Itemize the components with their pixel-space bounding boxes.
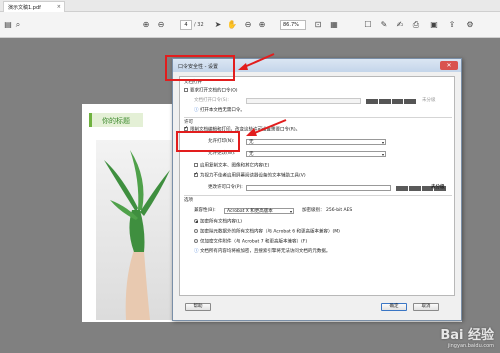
zoom-dropdown[interactable]: 86.7% bbox=[280, 20, 306, 30]
page-number-input[interactable]: 4 bbox=[180, 20, 192, 30]
open-password-rating: 未分级 bbox=[422, 98, 436, 103]
annotation-box-title bbox=[165, 55, 235, 81]
require-open-password[interactable]: 要求打开文档的口令(O) bbox=[184, 88, 238, 95]
enable-accessibility[interactable]: 为视力不佳者启用屏幕阅读器设备的文本辅助工具(V) bbox=[194, 171, 306, 180]
annotation-arrow bbox=[238, 53, 275, 70]
page-total: / 32 bbox=[194, 22, 204, 28]
options-section-label: 选项 bbox=[184, 198, 193, 203]
close-icon[interactable]: ✕ bbox=[440, 61, 458, 70]
hand-tool-icon[interactable]: ✋ bbox=[226, 20, 238, 30]
encryption-level-label: 加密级别： bbox=[302, 208, 325, 213]
fit-page-icon[interactable]: ⊡ bbox=[312, 20, 324, 30]
enable-copy[interactable]: 启用复制文本、图像和其它内容(E) bbox=[194, 163, 269, 170]
annotation-arrow bbox=[246, 119, 287, 136]
divider bbox=[184, 195, 452, 196]
watermark-logo: Bai 经验 jingyan.baidu.com bbox=[440, 328, 494, 349]
encrypt-except-meta-radio[interactable] bbox=[194, 229, 198, 233]
encryption-level-value: 256-bit AES bbox=[326, 208, 353, 213]
dialog-body: 文档打开 要求打开文档的口令(O) 文档打开口令(S): 未分级 ⓘ 打开本文档… bbox=[179, 76, 455, 296]
divider bbox=[184, 117, 452, 118]
chevron-down-icon: ▾ bbox=[381, 140, 384, 145]
sign-icon[interactable]: ✍ bbox=[394, 20, 406, 30]
compatibility-select[interactable]: Acrobat X 和更高版本 ▾ bbox=[224, 208, 294, 214]
require-open-password-label: 要求打开文档的口令(O) bbox=[190, 88, 238, 94]
document-tab[interactable]: 演示文稿1.pdf × bbox=[3, 1, 65, 12]
metadata-hint: ⓘ 文档所有内容均将被加密，且搜索引擎将无法访问文档的元数据。 bbox=[194, 249, 331, 254]
enable-copy-checkbox[interactable] bbox=[194, 163, 198, 167]
comment-icon[interactable]: ☐ bbox=[362, 20, 374, 30]
info-icon: ⓘ bbox=[194, 108, 199, 113]
password-security-dialog: 口令安全性 - 设置 ✕ 文档打开 要求打开文档的口令(O) 文档打开口令(S)… bbox=[172, 58, 462, 321]
encrypt-attachments-option[interactable]: 仅加密文件附件（与 Acrobat 7 和更高版本兼容）(F) bbox=[194, 239, 307, 246]
encrypt-all-radio[interactable] bbox=[194, 219, 198, 223]
search-icon[interactable]: ⌕ bbox=[12, 20, 24, 30]
share-icon[interactable]: ⇪ bbox=[446, 20, 458, 30]
highlight-icon[interactable]: ✎ bbox=[378, 20, 390, 30]
info-icon: ⓘ bbox=[194, 249, 199, 254]
encrypt-attachments-radio[interactable] bbox=[194, 239, 198, 243]
open-password-label: 文档打开口令(S): bbox=[194, 98, 229, 103]
scroll-mode-icon[interactable]: ▦ bbox=[328, 20, 340, 30]
toolbar: ▤ ⌕ ⊕ ⊖ 4 / 32 ➤ ✋ ⊖ ⊕ 86.7% ⊡ ▦ ☐ ✎ ✍ ⎙… bbox=[0, 12, 500, 38]
zoom-out-icon[interactable]: ⊖ bbox=[242, 20, 254, 30]
enable-copy-label: 启用复制文本、图像和其它内容(E) bbox=[200, 163, 270, 169]
select-tool-icon[interactable]: ➤ bbox=[212, 20, 224, 30]
prev-page-icon[interactable]: ⊕ bbox=[140, 20, 152, 30]
help-button[interactable]: 帮助 bbox=[185, 303, 211, 311]
compatibility-label: 兼容性(B): bbox=[194, 208, 216, 213]
close-tab-icon[interactable]: × bbox=[57, 4, 61, 10]
tools-icon[interactable]: ⚙ bbox=[464, 20, 476, 30]
permissions-password-label: 更改许可口令(P): bbox=[208, 185, 243, 190]
open-password-field[interactable] bbox=[246, 98, 361, 104]
require-open-password-checkbox[interactable] bbox=[184, 88, 188, 92]
encrypt-except-meta-option[interactable]: 加密除元数据外的所有文档内容（与 Acrobat 6 和更高版本兼容）(M) bbox=[194, 229, 340, 236]
pages-icon[interactable]: ▣ bbox=[428, 20, 440, 30]
plant-hand-image bbox=[96, 140, 176, 320]
zoom-in-icon[interactable]: ⊕ bbox=[256, 20, 268, 30]
slide-title: 你的标题 bbox=[89, 113, 143, 127]
enable-accessibility-label: 为视力不佳者启用屏幕阅读器设备的文本辅助工具(V) bbox=[200, 173, 306, 179]
tab-title: 演示文稿1.pdf bbox=[8, 5, 41, 11]
encrypt-all-option[interactable]: 加密所有文档内容(L) bbox=[194, 219, 242, 226]
changes-allowed-select[interactable]: 无 ▾ bbox=[246, 151, 386, 157]
next-page-icon[interactable]: ⊖ bbox=[155, 20, 167, 30]
ok-button[interactable]: 确定 bbox=[381, 303, 407, 311]
open-password-strength-meter bbox=[366, 99, 416, 104]
chevron-down-icon: ▾ bbox=[289, 209, 292, 214]
stamp-icon[interactable]: ⎙ bbox=[410, 20, 422, 30]
permissions-password-field[interactable] bbox=[246, 185, 391, 191]
permissions-password-rating: 未分级 bbox=[431, 185, 445, 190]
enable-accessibility-checkbox[interactable] bbox=[194, 171, 198, 177]
tab-bar: 演示文稿1.pdf × bbox=[0, 0, 500, 12]
chevron-down-icon: ▾ bbox=[381, 152, 384, 157]
open-hint: ⓘ 打开本文档无需口令。 bbox=[194, 108, 245, 113]
annotation-box-restrict bbox=[176, 131, 240, 152]
cancel-button[interactable]: 取消 bbox=[413, 303, 439, 311]
